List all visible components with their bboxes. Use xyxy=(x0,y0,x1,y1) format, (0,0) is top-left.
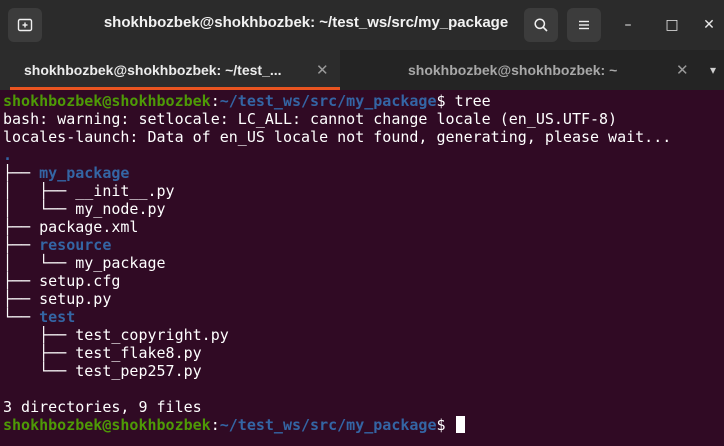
command-line: shokhbozbek@shokhbozbek:~/test_ws/src/my… xyxy=(0,92,724,110)
title-bar: shokhbozbek@shokhbozbek: ~/test_ws/src/m… xyxy=(0,0,724,50)
tree-branch: ├── xyxy=(3,290,40,308)
tree-entry: ├── test_flake8.py xyxy=(0,344,724,362)
tab-inactive[interactable]: shokhbozbek@shokhbozbek: ~ ✕ xyxy=(340,50,700,90)
tree-branch: ├── xyxy=(3,236,40,254)
file-name: setup.cfg xyxy=(39,272,121,290)
tabs-menu-button[interactable]: ▾ xyxy=(702,50,724,90)
tree-entry: └── test_pep257.py xyxy=(0,362,724,380)
prompt-user: shokhbozbek@shokhbozbek xyxy=(3,416,211,434)
tree-entry: ├── setup.py xyxy=(0,290,724,308)
file-name: test_copyright.py xyxy=(75,326,229,344)
tree-entry: ├── package.xml xyxy=(0,218,724,236)
tab-label: shokhbozbek@shokhbozbek: ~/test_... xyxy=(24,62,282,78)
chevron-down-icon: ▾ xyxy=(709,63,717,77)
prompt-path: ~/test_ws/src/my_package xyxy=(219,416,437,434)
tree-entry: ├── test_copyright.py xyxy=(0,326,724,344)
file-name: my_node.py xyxy=(75,200,166,218)
window-title: shokhbozbek@shokhbozbek: ~/test_ws/src/m… xyxy=(103,14,509,31)
tree-branch: │ └── xyxy=(3,200,76,218)
prompt-path: ~/test_ws/src/my_package xyxy=(219,92,437,110)
new-tab-icon xyxy=(17,18,33,32)
terminal-output[interactable]: shokhbozbek@shokhbozbek:~/test_ws/src/my… xyxy=(0,92,724,446)
warning-line: bash: warning: setlocale: LC_ALL: cannot… xyxy=(3,110,618,128)
prompt-symbol: $ xyxy=(436,416,455,434)
tree-entry: ├── resource xyxy=(0,236,724,254)
current-prompt-line: shokhbozbek@shokhbozbek:~/test_ws/src/my… xyxy=(0,416,724,434)
prompt-separator: : xyxy=(210,92,220,110)
tree-listing: ├── my_package │ ├── __init__.py │ └── my_… xyxy=(0,164,724,380)
menu-button[interactable] xyxy=(567,8,601,42)
prompt-user: shokhbozbek@shokhbozbek xyxy=(3,92,211,110)
close-window-button[interactable]: ✕ xyxy=(696,12,722,38)
tree-branch: └── xyxy=(3,362,76,380)
hamburger-menu-icon xyxy=(579,20,589,30)
prompt-symbol: $ xyxy=(436,92,455,110)
tree-branch: │ ├── xyxy=(3,182,76,200)
directory-name: resource xyxy=(39,236,112,254)
file-name: test_flake8.py xyxy=(75,344,202,362)
tree-branch: ├── xyxy=(3,218,40,236)
search-button[interactable] xyxy=(524,8,558,42)
tab-close-icon[interactable]: ✕ xyxy=(316,61,329,79)
tab-label: shokhbozbek@shokhbozbek: ~ xyxy=(408,62,618,78)
tree-entry: │ └── my_node.py xyxy=(0,200,724,218)
file-name: package.xml xyxy=(39,218,139,236)
close-icon: ✕ xyxy=(703,17,715,33)
command-text: tree xyxy=(454,92,491,110)
active-tab-indicator xyxy=(10,87,340,90)
new-tab-button[interactable] xyxy=(8,8,42,42)
tree-entry: └── test xyxy=(0,308,724,326)
tree-entry: ├── setup.cfg xyxy=(0,272,724,290)
search-icon xyxy=(534,18,548,32)
file-name: my_package xyxy=(75,254,166,272)
maximize-button[interactable]: □ xyxy=(659,12,685,38)
locales-line: locales-launch: Data of en_US locale not… xyxy=(3,128,672,146)
tree-branch: └── xyxy=(3,308,40,326)
prompt-separator: : xyxy=(210,416,220,434)
tree-entry: ├── my_package xyxy=(0,164,724,182)
file-name: test_pep257.py xyxy=(75,362,202,380)
maximize-icon: □ xyxy=(665,17,679,33)
directory-name: test xyxy=(39,308,76,326)
tree-branch: ├── xyxy=(3,272,40,290)
summary-line: 3 directories, 9 files xyxy=(3,398,202,416)
tree-entry: │ ├── __init__.py xyxy=(0,182,724,200)
text-cursor[interactable] xyxy=(455,416,465,433)
minimize-button[interactable]: – xyxy=(615,12,641,38)
tree-branch: ├── xyxy=(3,344,76,362)
tab-close-icon[interactable]: ✕ xyxy=(676,61,689,79)
tree-branch: ├── xyxy=(3,164,40,182)
tree-branch: ├── xyxy=(3,326,76,344)
file-name: __init__.py xyxy=(75,182,175,200)
tab-active[interactable]: shokhbozbek@shokhbozbek: ~/test_... ✕ xyxy=(0,50,340,90)
tab-bar: shokhbozbek@shokhbozbek: ~/test_... ✕ sh… xyxy=(0,50,724,90)
file-name: setup.py xyxy=(39,290,112,308)
tree-root: . xyxy=(3,146,13,164)
tree-branch: │ └── xyxy=(3,254,76,272)
directory-name: my_package xyxy=(39,164,130,182)
tree-entry: │ └── my_package xyxy=(0,254,724,272)
minimize-icon: – xyxy=(624,17,632,33)
